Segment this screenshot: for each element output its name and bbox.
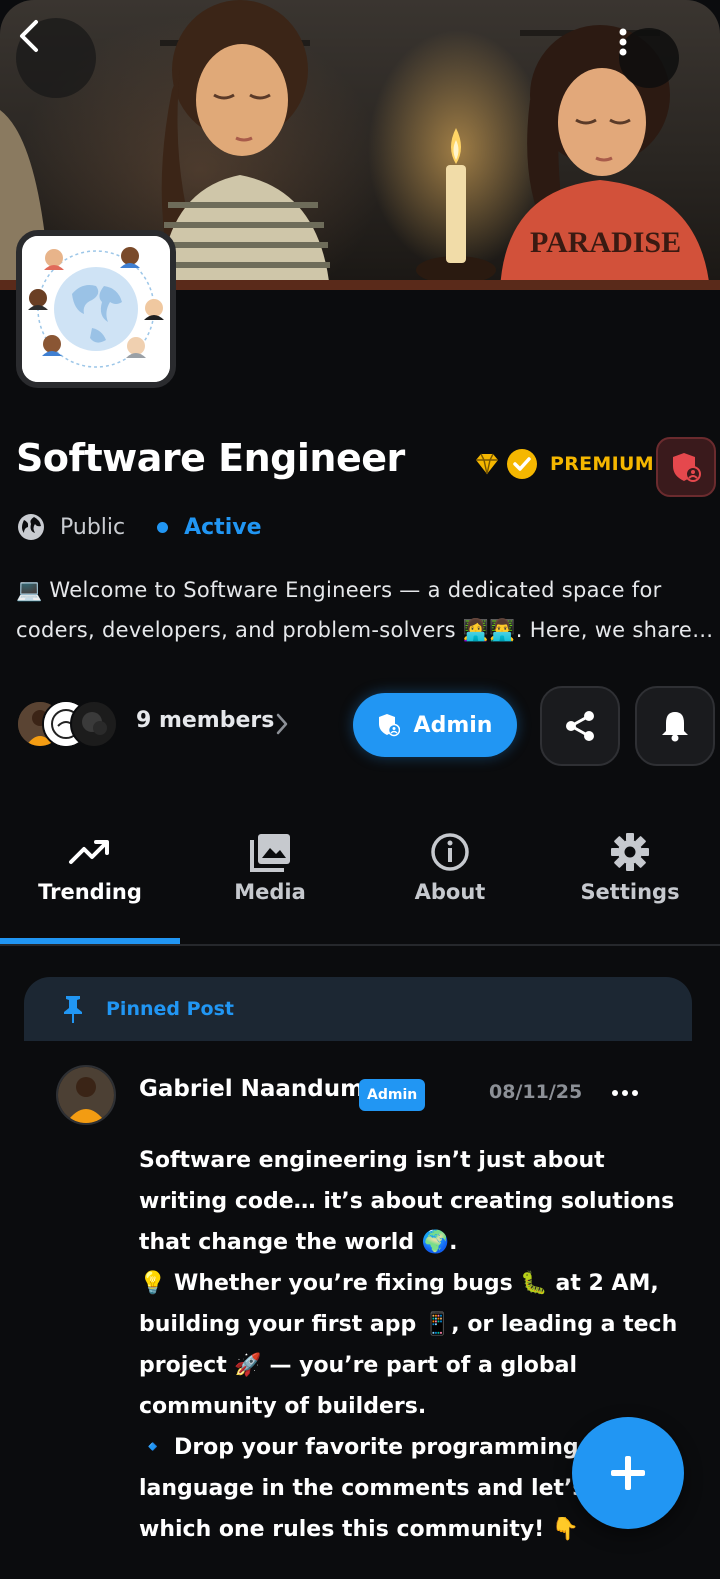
- media-icon: [250, 834, 290, 872]
- pinned-post-label: Pinned Post: [106, 998, 234, 1020]
- group-title: Software Engineer: [16, 436, 405, 480]
- notification-bell-button[interactable]: [635, 686, 715, 766]
- dot: [632, 1090, 638, 1096]
- status-label: Active: [184, 514, 262, 540]
- tab-trending-label: Trending: [38, 880, 142, 904]
- share-button[interactable]: [540, 686, 620, 766]
- more-vertical-icon: [619, 28, 627, 56]
- back-button[interactable]: [16, 18, 96, 98]
- group-description[interactable]: 💻 Welcome to Software Engineers — a dedi…: [16, 570, 716, 650]
- group-avatar[interactable]: [16, 230, 176, 388]
- more-options-button[interactable]: [619, 28, 679, 88]
- create-post-fab[interactable]: [572, 1417, 684, 1529]
- shirt-text: PARADISE: [530, 226, 681, 259]
- tab-settings[interactable]: Settings: [540, 820, 720, 944]
- author-role-badge: Admin: [359, 1079, 426, 1111]
- trending-icon: [69, 840, 109, 864]
- group-meta-row: Public Active: [16, 512, 262, 542]
- author-avatar[interactable]: [56, 1065, 116, 1125]
- bell-icon: [662, 712, 688, 742]
- post-more-button[interactable]: [612, 1090, 638, 1096]
- admin-shield-icon: [378, 714, 400, 737]
- plus-icon: [611, 1456, 645, 1490]
- admin-button[interactable]: Admin: [353, 693, 517, 757]
- tab-about-label: About: [414, 880, 486, 904]
- globe-network-illustration: [22, 236, 170, 382]
- globe-icon: [18, 514, 44, 540]
- diamond-icon: [476, 453, 498, 475]
- tab-settings-label: Settings: [580, 880, 680, 904]
- info-icon: [431, 833, 469, 871]
- active-tab-indicator: [0, 938, 180, 944]
- gear-icon: [611, 833, 649, 871]
- dot: [612, 1090, 618, 1096]
- status-dot: [157, 521, 169, 533]
- admin-shield-icon: [673, 453, 701, 482]
- chevron-right-icon[interactable]: [274, 712, 290, 736]
- tab-about[interactable]: About: [360, 820, 540, 944]
- share-icon: [566, 711, 594, 741]
- members-count[interactable]: 9 members: [136, 708, 274, 733]
- author-photo: [58, 1067, 114, 1123]
- chevron-left-icon: [20, 20, 38, 52]
- privacy-label: Public: [60, 514, 126, 540]
- premium-label: PREMIUM: [550, 453, 654, 475]
- dot: [622, 1090, 628, 1096]
- tab-bar: Trending Media About Settings: [0, 820, 720, 946]
- post-paragraph: Software engineering isn’t just about wr…: [139, 1148, 682, 1255]
- pinned-post-header: Pinned Post: [24, 977, 692, 1041]
- member-avatar: [70, 700, 118, 748]
- pin-icon: [64, 996, 82, 1023]
- tab-trending[interactable]: Trending: [0, 820, 180, 944]
- tab-media-label: Media: [234, 880, 306, 904]
- member-photo: [72, 702, 116, 746]
- tab-media[interactable]: Media: [180, 820, 360, 944]
- admin-shield-button[interactable]: [656, 437, 716, 497]
- admin-button-label: Admin: [413, 712, 493, 738]
- post-date: 08/11/25: [489, 1081, 583, 1103]
- author-name[interactable]: Gabriel Naandum: [139, 1076, 364, 1102]
- post-paragraph: 💡 Whether you’re fixing bugs 🐛 at 2 AM, …: [139, 1271, 685, 1419]
- premium-badge: PREMIUM: [474, 448, 654, 480]
- member-avatars[interactable]: [16, 700, 126, 748]
- verified-check-icon: [507, 449, 537, 479]
